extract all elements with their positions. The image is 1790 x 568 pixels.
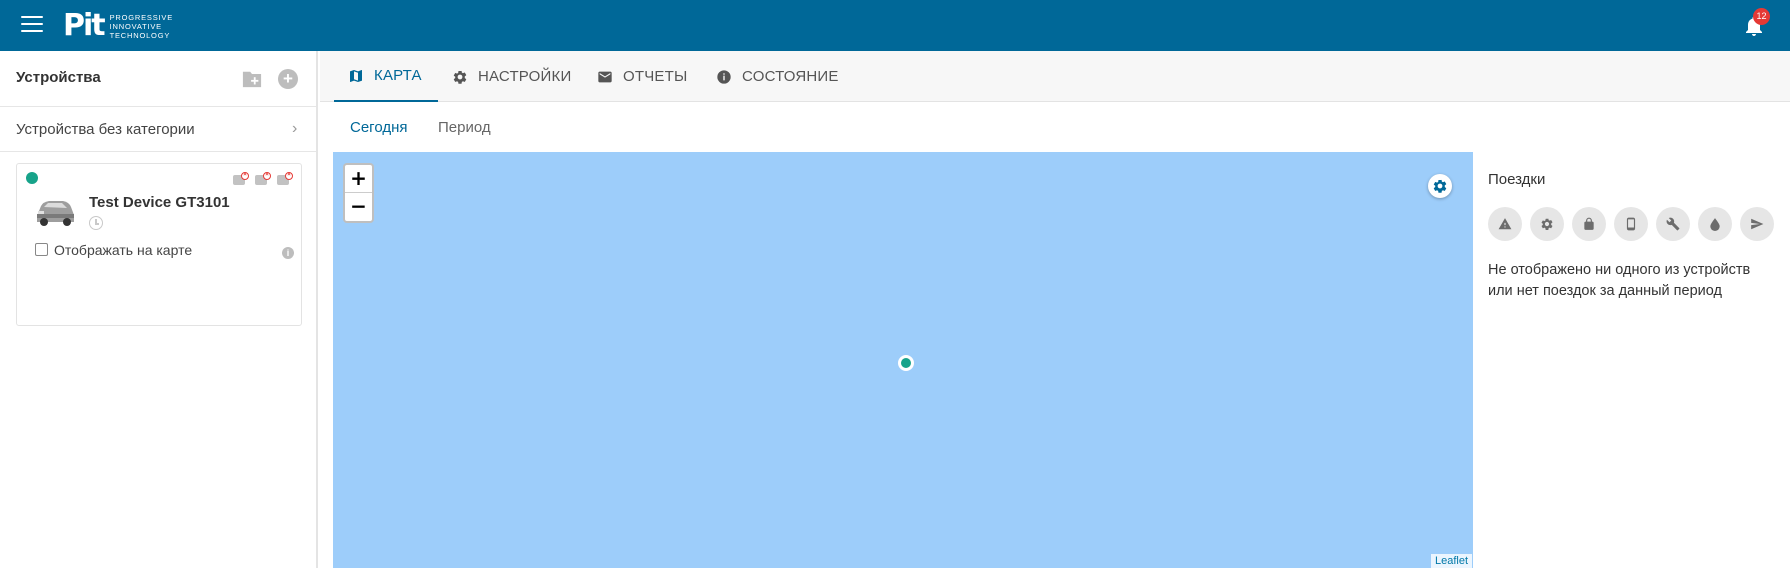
clock-icon <box>89 216 103 230</box>
subtab-today[interactable]: Сегодня <box>350 119 408 136</box>
drop-icon <box>1710 218 1720 231</box>
logo[interactable]: Pit PROGRESSIVE INNOVATIVE TECHNOLOGY <box>63 11 173 41</box>
lock-filter-button[interactable] <box>1572 207 1606 241</box>
tab-map[interactable]: КАРТА <box>334 51 438 102</box>
info-icon <box>717 69 731 84</box>
tab-settings-label: НАСТРОЙКИ <box>478 68 572 85</box>
logo-line-2: INNOVATIVE <box>109 21 162 31</box>
subtab-period[interactable]: Период <box>438 119 491 136</box>
sidebar: Устройства + Устройства без категории › … <box>0 51 318 568</box>
app-header: Pit PROGRESSIVE INNOVATIVE TECHNOLOGY 12 <box>0 0 1790 51</box>
signal-off-icon: × <box>276 172 293 187</box>
logo-line-3: TECHNOLOGY <box>109 30 171 40</box>
wrench-icon <box>1666 217 1680 231</box>
tab-reports[interactable]: ОТЧЕТЫ <box>597 51 687 102</box>
drop-filter-button[interactable] <box>1698 207 1732 241</box>
warning-icon <box>1498 218 1512 230</box>
logo-text: PROGRESSIVE INNOVATIVE TECHNOLOGY <box>110 13 173 40</box>
info-icon[interactable]: i <box>282 247 294 259</box>
zoom-in-button[interactable]: + <box>345 165 372 193</box>
send-icon <box>1751 218 1764 230</box>
show-on-map-checkbox[interactable] <box>35 243 48 256</box>
lock-icon <box>1584 217 1594 230</box>
add-folder-icon[interactable] <box>241 69 263 89</box>
logo-mark: Pit <box>63 8 106 43</box>
map-icon <box>350 69 362 82</box>
device-card[interactable]: Test Device GT3101 × × × Отображать на к… <box>16 163 302 326</box>
lock-off-icon: × <box>254 172 271 187</box>
tab-settings[interactable]: НАСТРОЙКИ <box>452 51 571 102</box>
phone-icon <box>1626 217 1636 231</box>
car-icon <box>37 201 74 226</box>
device-name: Test Device GT3101 <box>89 194 230 211</box>
tab-reports-label: ОТЧЕТЫ <box>623 68 688 85</box>
period-tabs: Сегодня Период <box>320 102 1790 153</box>
map-settings-button[interactable] <box>1428 174 1452 198</box>
menu-icon[interactable] <box>21 16 43 34</box>
sidebar-title: Устройства <box>16 69 101 86</box>
status-indicator <box>26 172 38 184</box>
device-state-icons: × × × <box>232 172 293 187</box>
category-row[interactable]: Устройства без категории › <box>0 107 316 152</box>
tab-map-label: КАРТА <box>374 67 422 84</box>
warning-filter-button[interactable] <box>1488 207 1522 241</box>
map-attribution[interactable]: Leaflet <box>1431 554 1473 568</box>
tab-status-label: СОСТОЯНИЕ <box>742 68 839 85</box>
zoom-control: + − <box>343 163 374 223</box>
device-marker[interactable] <box>898 355 914 371</box>
gear-icon <box>1541 218 1553 230</box>
sidebar-header: Устройства + <box>0 51 316 107</box>
trips-title: Поездки <box>1488 171 1546 188</box>
wrench-filter-button[interactable] <box>1656 207 1690 241</box>
send-filter-button[interactable] <box>1740 207 1774 241</box>
tab-status[interactable]: СОСТОЯНИЕ <box>716 51 839 102</box>
gear-icon <box>453 70 467 84</box>
gear-filter-button[interactable] <box>1530 207 1564 241</box>
map-view[interactable]: + − Leaflet <box>333 152 1473 568</box>
category-label: Устройства без категории <box>16 121 195 138</box>
show-on-map-label[interactable]: Отображать на карте <box>54 242 192 258</box>
trips-empty-message: Не отображено ни одного из устройств или… <box>1488 262 1751 299</box>
zoom-out-button[interactable]: − <box>345 193 372 221</box>
gear-icon <box>1433 179 1447 193</box>
mail-icon <box>598 71 612 82</box>
add-device-button[interactable]: + <box>278 69 298 89</box>
main-tabs: КАРТА НАСТРОЙКИ ОТЧЕТЫ СОСТОЯНИЕ <box>320 51 1790 102</box>
trip-filters <box>1488 207 1774 241</box>
phone-filter-button[interactable] <box>1614 207 1648 241</box>
chevron-right-icon: › <box>292 120 298 137</box>
ignition-off-icon: × <box>232 172 249 187</box>
notification-badge: 12 <box>1753 8 1770 25</box>
trips-panel: Поездки Не отображено ни одного из устро… <box>1473 152 1790 568</box>
logo-line-1: PROGRESSIVE <box>109 12 174 22</box>
